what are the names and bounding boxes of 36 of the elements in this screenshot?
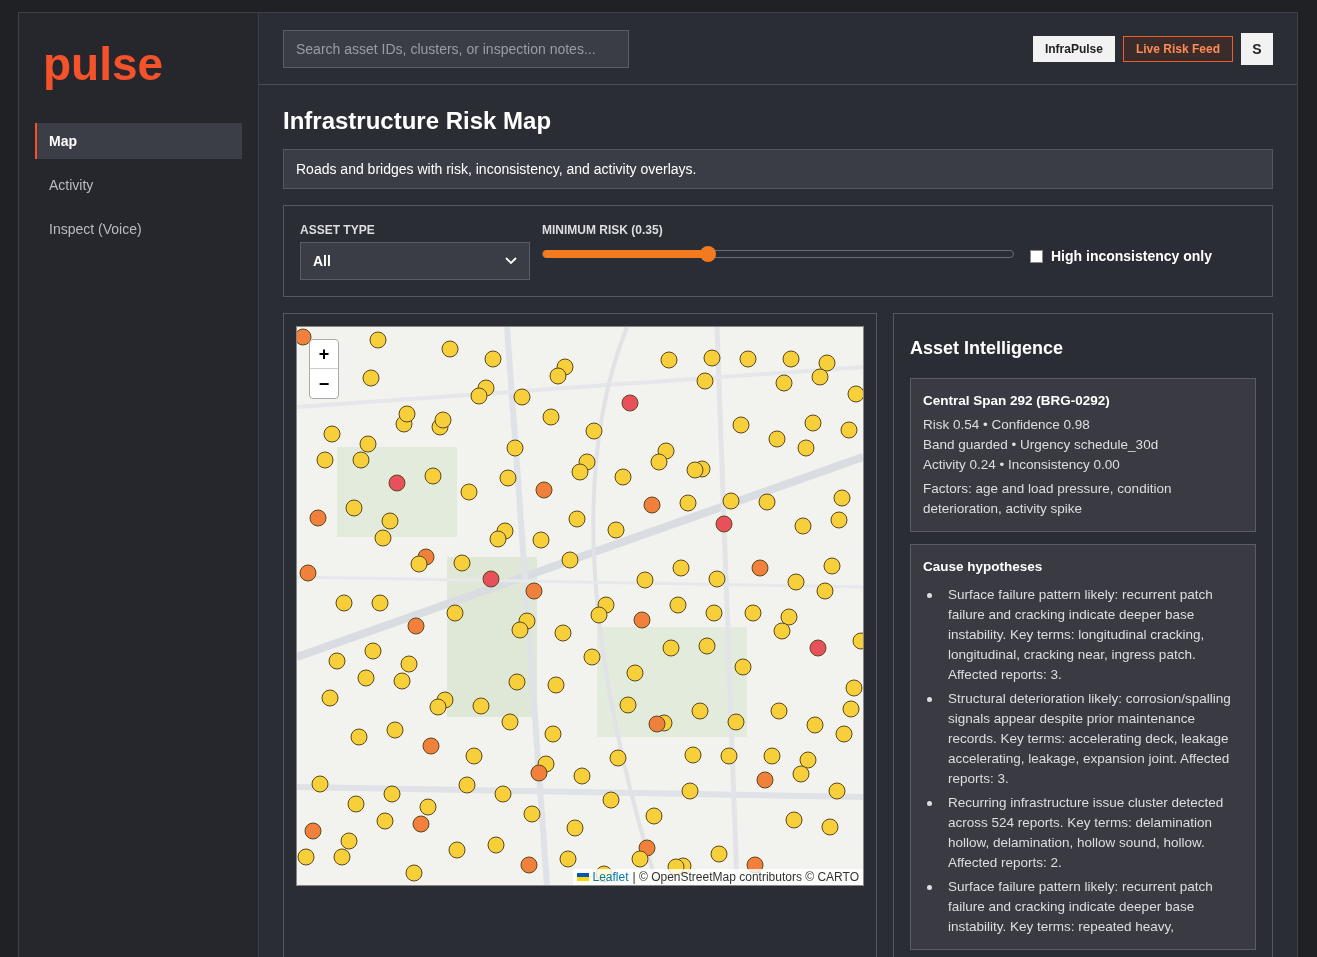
chevron-down-icon: [505, 257, 517, 265]
leaflet-link[interactable]: Leaflet: [592, 869, 629, 885]
hypothesis-text: Surface failure pattern likely: recurrent patch failure and cracking indicate deeper base instability. Key terms: repeated heavy,: [947, 878, 1214, 936]
asset-name: Central Span 292 (BRG-0292): [923, 392, 1111, 410]
field-label: MINIMUM RISK (0.35): [542, 222, 664, 238]
hypothesis-text: Recurring infrastructure issue cluster detected across 524 reports. Key terms: delamination hollow, delamination, hollow sound, hollow. Affected reports: 2.: [947, 794, 1225, 872]
checkbox-label: High inconsistency only: [1051, 247, 1213, 266]
page-title: Infrastructure Risk Map: [283, 106, 553, 136]
section-title: Cause hypotheses: [923, 558, 1044, 576]
slider-thumb[interactable]: [699, 246, 716, 262]
flag-icon: [576, 873, 589, 881]
zoom-out-button[interactable]: −: [310, 369, 338, 398]
panel-title: Asset Intelligence: [910, 337, 1065, 360]
header-button[interactable]: InfraPulse: [1032, 35, 1115, 62]
nav-item[interactable]: Map: [35, 123, 242, 159]
map-attribution: | © OpenStreetMap contributors © CARTO: [632, 869, 859, 885]
user-avatar-button[interactable]: S: [1241, 32, 1273, 65]
asset-metric: Band guarded • Urgency schedule_30d: [923, 436, 1160, 454]
asset-type-select[interactable]: All: [300, 242, 530, 280]
asset-metric: Risk 0.54 • Confidence 0.98: [923, 416, 1091, 434]
zoom-in-button[interactable]: +: [310, 340, 338, 369]
bullet-icon: [927, 697, 932, 702]
hypothesis-text: Structural deterioration likely: corrosion/spalling signals appear despite prior maintenance records. Key terms: accelerating deck, leakage accelerating, leakage, expansion joint. Affected reports: 3.: [947, 690, 1232, 788]
search-field[interactable]: Search asset IDs, clusters, or inspection notes...: [283, 29, 629, 68]
page-subtitle: Roads and bridges with risk, inconsistency, and activity overlays.: [283, 149, 1273, 189]
field-label: ASSET TYPE: [300, 222, 376, 238]
bullet-icon: [927, 885, 932, 890]
hypothesis-text: Surface failure pattern likely: recurrent patch failure and cracking indicate deeper base instability. Key terms: longitudinal cracking, longitudinal, cracking near, ingress patch. Affected reports: 3.: [947, 586, 1214, 684]
nav-item[interactable]: Inspect (Voice): [35, 211, 242, 247]
header-button[interactable]: Live Risk Feed: [1122, 35, 1233, 62]
bullet-icon: [927, 801, 932, 806]
bullet-icon: [927, 593, 932, 598]
checkbox[interactable]: [1030, 249, 1043, 263]
asset-metric: Activity 0.24 • Inconsistency 0.00: [923, 456, 1121, 474]
asset-factors: Factors: age and load pressure, condition deterioration, activity spike: [923, 480, 1173, 518]
nav-item[interactable]: Activity: [35, 167, 242, 203]
